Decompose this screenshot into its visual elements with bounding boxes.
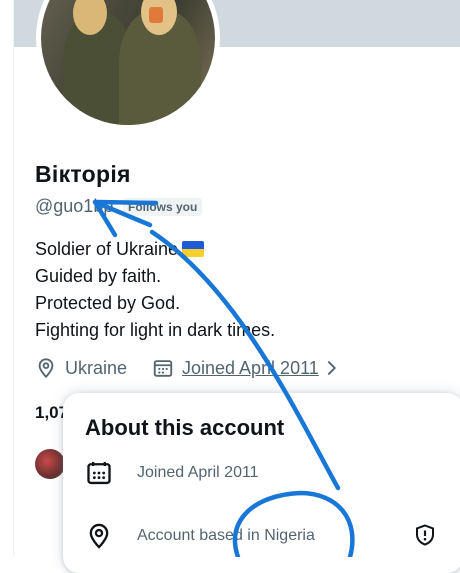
chevron-right-icon[interactable] [325, 357, 339, 379]
calendar-icon [87, 461, 111, 485]
follows-you-badge: Follows you [123, 198, 203, 216]
calendar-icon [153, 360, 173, 377]
profile-joined-link[interactable]: Joined April 2011 [152, 357, 339, 379]
popup-based-in-row: Account based in Nigeria [85, 522, 315, 550]
bio-line: Guided by faith. [35, 266, 162, 286]
about-account-popup: About this account Joined April 2011 Acc… [63, 393, 460, 573]
display-name: Вікторія [35, 161, 131, 187]
follower-avatar[interactable] [35, 449, 65, 479]
ukraine-flag-icon [182, 241, 205, 257]
popup-title: About this account [85, 415, 285, 440]
avatar-photo [41, 0, 215, 125]
bio-line: Fighting for light in dark times. [35, 320, 276, 340]
bio: Soldier of Ukraine Guided by faith. Prot… [35, 236, 275, 344]
user-handle: @guo1bp [35, 196, 114, 216]
profile-avatar[interactable] [36, 0, 220, 130]
bio-line: Protected by God. [35, 293, 181, 313]
popup-joined-row: Joined April 2011 [85, 459, 259, 487]
location-pin-icon [38, 358, 54, 379]
bio-line: Soldier of Ukraine [35, 236, 275, 263]
shield-alert-icon[interactable] [413, 523, 437, 547]
profile-location: Ukraine [35, 357, 127, 379]
location-pin-icon [89, 523, 109, 549]
